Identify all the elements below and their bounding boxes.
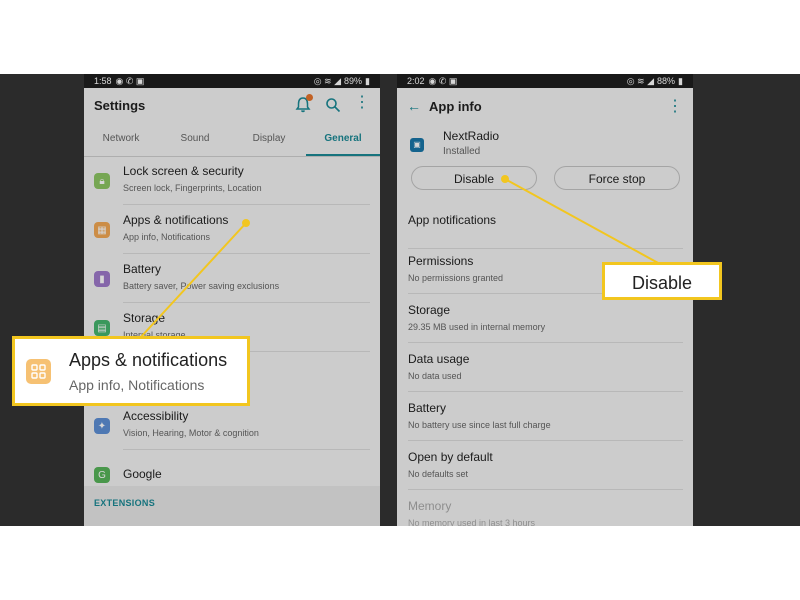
setting-title: Accessibility: [123, 409, 189, 423]
setting-apps-notifications[interactable]: ▦ Apps & notifications App info, Notific…: [84, 205, 380, 254]
settings-tabs: Network Sound Display General: [84, 128, 380, 157]
status-bar: 2:02 ◉ ✆ ▣ ◎ ≋ ◢ 88% ▮: [397, 74, 693, 88]
storage-icon: ▤: [94, 320, 110, 336]
row-data-usage[interactable]: Data usage No data used: [397, 343, 693, 392]
row-title: Open by default: [408, 450, 493, 464]
row-subtitle: No defaults set: [408, 469, 469, 479]
setting-subtitle: Screen lock, Fingerprints, Location: [123, 183, 262, 193]
notification-badge: [306, 94, 313, 101]
back-arrow-icon[interactable]: ←: [407, 98, 421, 114]
extensions-label: EXTENSIONS: [94, 498, 156, 508]
setting-lock-screen[interactable]: 🔒︎ Lock screen & security Screen lock, F…: [84, 156, 380, 205]
page-title: App info: [429, 99, 482, 114]
status-time: 2:02: [407, 75, 425, 86]
callout-subtitle: App info, Notifications: [69, 377, 205, 393]
radio-app-icon: ▣: [410, 138, 424, 152]
row-subtitle: No permissions granted: [408, 273, 504, 283]
row-app-notifications[interactable]: App notifications: [397, 200, 693, 249]
row-title: Battery: [408, 401, 447, 415]
app-status: Installed: [443, 146, 481, 157]
google-icon: G: [94, 467, 110, 483]
row-subtitle: No data used: [408, 371, 462, 381]
tab-sound[interactable]: Sound: [158, 128, 232, 156]
apps-icon: [26, 359, 51, 384]
page-title: Settings: [94, 98, 146, 113]
setting-subtitle: Battery saver, Power saving exclusions: [123, 281, 280, 291]
disable-callout: Disable: [602, 262, 722, 300]
accessibility-icon: ✦: [94, 418, 110, 434]
battery-icon: ▮: [94, 271, 110, 287]
row-storage[interactable]: Storage 29.35 MB used in internal memory: [397, 294, 693, 343]
notification-icons: ◉ ✆ ▣: [115, 75, 145, 86]
app-name: NextRadio: [443, 129, 500, 143]
signal-icons: ◎ ≋ ◢: [313, 75, 342, 86]
row-battery[interactable]: Battery No battery use since last full c…: [397, 392, 693, 441]
tab-general[interactable]: General: [306, 128, 380, 156]
signal-icons: ◎ ≋ ◢: [626, 75, 655, 86]
row-title: Storage: [408, 303, 451, 317]
row-title: Data usage: [408, 352, 470, 366]
force-stop-button[interactable]: Force stop: [554, 166, 680, 190]
more-options-icon[interactable]: ⋮: [667, 96, 683, 116]
tab-network[interactable]: Network: [84, 128, 158, 156]
row-title: Memory: [408, 499, 452, 513]
battery-icon: ▮: [678, 75, 683, 86]
notification-icons: ◉ ✆ ▣: [428, 75, 458, 86]
status-time: 1:58: [94, 75, 112, 86]
row-open-by-default[interactable]: Open by default No defaults set: [397, 441, 693, 490]
more-options-icon[interactable]: ⋮: [354, 95, 370, 111]
apps-notifications-callout: Apps & notifications App info, Notificat…: [12, 336, 250, 406]
battery-icon: ▮: [365, 75, 370, 86]
row-title: App notifications: [408, 213, 497, 227]
battery-level: 89%: [344, 75, 363, 86]
row-memory[interactable]: Memory No memory used in last 3 hours: [397, 490, 693, 526]
callout-label: Disable: [631, 273, 693, 293]
settings-screen: 1:58 ◉ ✆ ▣ ◎ ≋ ◢ 89% ▮ Settings ⋮ Networ…: [84, 74, 380, 526]
tab-display[interactable]: Display: [232, 128, 306, 156]
row-subtitle: No memory used in last 3 hours: [408, 518, 536, 526]
status-bar: 1:58 ◉ ✆ ▣ ◎ ≋ ◢ 89% ▮: [84, 74, 380, 88]
setting-title: Google: [123, 467, 162, 481]
battery-level: 88%: [657, 75, 676, 86]
callout-title: Apps & notifications: [69, 350, 228, 370]
setting-title: Apps & notifications: [123, 213, 229, 227]
app-info-screen: 2:02 ◉ ✆ ▣ ◎ ≋ ◢ 88% ▮ ← App info ⋮ ▣ Ne…: [397, 74, 693, 526]
apps-icon: ▦: [94, 222, 110, 238]
setting-title: Battery: [123, 262, 162, 276]
disable-button[interactable]: Disable: [411, 166, 537, 190]
search-icon[interactable]: [325, 97, 341, 113]
app-bar: Settings ⋮: [84, 88, 380, 128]
lock-icon: 🔒︎: [94, 173, 110, 189]
row-subtitle: 29.35 MB used in internal memory: [408, 322, 546, 332]
setting-title: Storage: [123, 311, 166, 325]
setting-battery[interactable]: ▮ Battery Battery saver, Power saving ex…: [84, 254, 380, 303]
setting-subtitle: App info, Notifications: [123, 232, 211, 242]
setting-title: Lock screen & security: [123, 164, 244, 178]
row-subtitle: No battery use since last full charge: [408, 420, 551, 430]
setting-subtitle: Vision, Hearing, Motor & cognition: [123, 428, 259, 438]
row-title: Permissions: [408, 254, 474, 268]
setting-accessibility[interactable]: ✦ Accessibility Vision, Hearing, Motor &…: [84, 401, 380, 450]
